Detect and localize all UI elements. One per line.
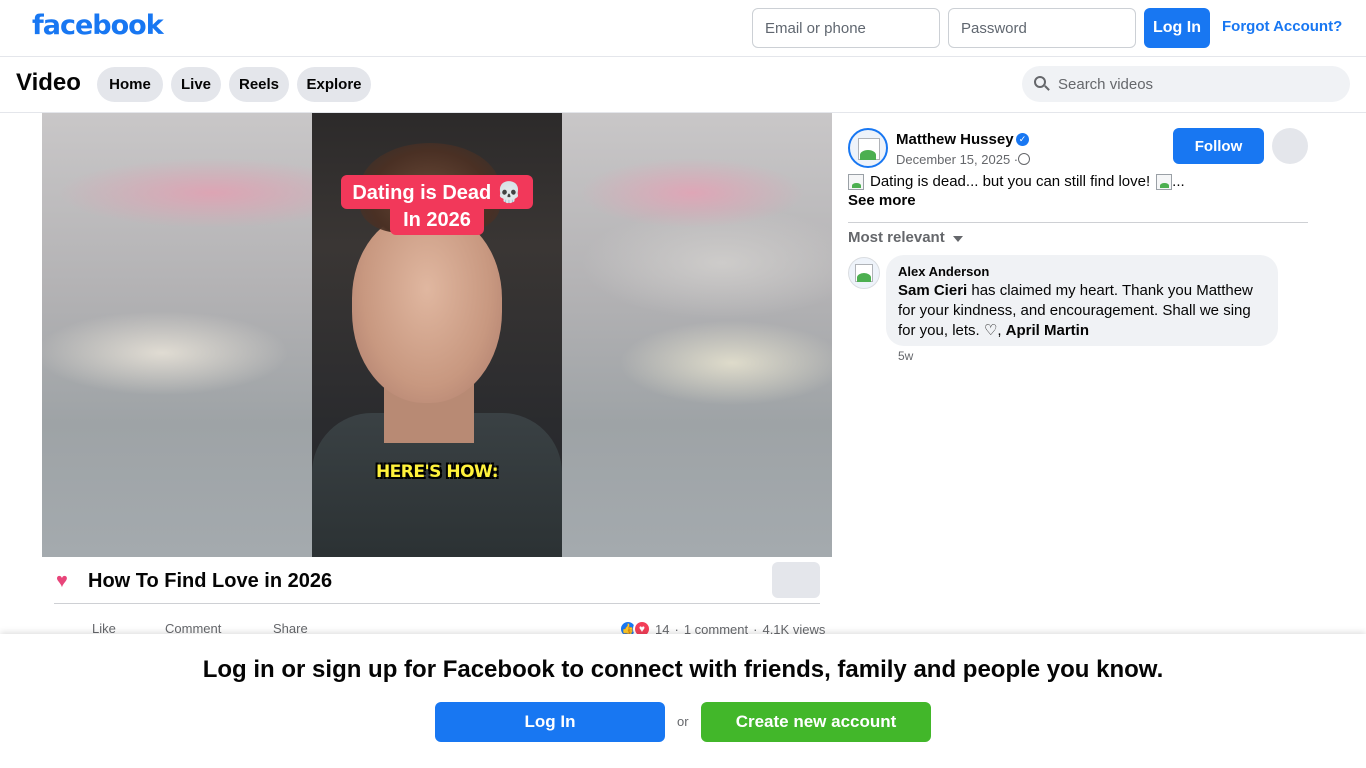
signup-banner: Log in or sign up for Facebook to connec…	[0, 634, 1366, 768]
tab-home[interactable]: Home	[97, 67, 163, 102]
emoji-image-icon	[1156, 173, 1173, 190]
author-avatar[interactable]	[848, 128, 888, 168]
login-button[interactable]: Log In	[1144, 8, 1210, 48]
see-more-link[interactable]: See more	[848, 192, 916, 209]
post-text-ellipsis: ...	[1172, 173, 1185, 190]
divider	[848, 222, 1308, 223]
commenter-name[interactable]: Alex Anderson	[898, 264, 1266, 279]
mention-link[interactable]: April Martin	[1006, 322, 1089, 339]
comment-time[interactable]: 5w	[898, 349, 913, 363]
comment-bubble: Alex Anderson Sam Cieri has claimed my h…	[886, 255, 1278, 346]
post-text: Dating is dead... but you can still find…	[848, 173, 1185, 190]
sort-label: Most relevant	[848, 229, 945, 246]
post-text-content: Dating is dead... but you can still find…	[870, 173, 1151, 190]
author-name[interactable]: Matthew Hussey	[896, 131, 1014, 148]
commenter-avatar[interactable]	[848, 257, 880, 289]
globe-icon	[1018, 153, 1030, 165]
divider	[54, 603, 820, 604]
video-title: How To Find Love in 2026	[88, 569, 333, 592]
more-button[interactable]	[1272, 128, 1308, 164]
tab-explore[interactable]: Explore	[297, 67, 371, 102]
video-caption-line1: Dating is Dead 💀	[341, 175, 533, 209]
post-date[interactable]: December 15, 2025 ·	[896, 152, 1018, 167]
comment-sort-dropdown[interactable]: Most relevant	[848, 229, 963, 246]
verified-badge-icon: ✓	[1016, 133, 1029, 146]
create-account-button[interactable]: Create new account	[701, 702, 931, 742]
caret-down-icon	[952, 235, 963, 242]
follow-button[interactable]: Follow	[1173, 128, 1264, 164]
banner-text: Log in or sign up for Facebook to connec…	[202, 656, 1164, 683]
page-title: Video	[16, 69, 81, 96]
video-person-face	[352, 213, 502, 403]
comment-text: Sam Cieri has claimed my heart. Thank yo…	[898, 281, 1266, 341]
video-caption-bottom: HERE'S HOW:	[375, 462, 499, 482]
tab-reels[interactable]: Reels	[229, 67, 289, 102]
banner-login-button[interactable]: Log In	[435, 702, 665, 742]
search-icon	[1034, 76, 1050, 92]
video-frame[interactable]: In 2026 Dating is Dead 💀 HERE'S HOW:	[312, 113, 562, 557]
video-player[interactable]: In 2026 Dating is Dead 💀 HERE'S HOW:	[42, 113, 832, 557]
forgot-account-link[interactable]: Forgot Account?	[1222, 18, 1342, 35]
heart-icon: ♥	[56, 570, 68, 592]
facebook-logo[interactable]: facebook	[32, 10, 164, 41]
more-options-button[interactable]	[772, 562, 820, 598]
password-field[interactable]	[948, 8, 1136, 48]
video-nav: Video Home Live Reels Explore Search vid…	[0, 57, 1366, 113]
video-title-row: ♥ How To Find Love in 2026	[56, 566, 332, 596]
search-placeholder: Search videos	[1058, 75, 1154, 93]
emoji-image-icon	[848, 173, 864, 190]
mention-link[interactable]: Sam Cieri	[898, 282, 967, 299]
email-field[interactable]	[752, 8, 940, 48]
or-label: or	[677, 714, 689, 729]
search-videos-input[interactable]: Search videos	[1022, 66, 1350, 102]
top-bar: facebook Log In Forgot Account?	[0, 0, 1366, 57]
video-caption-line2: In 2026	[390, 205, 484, 235]
tab-live[interactable]: Live	[171, 67, 221, 102]
